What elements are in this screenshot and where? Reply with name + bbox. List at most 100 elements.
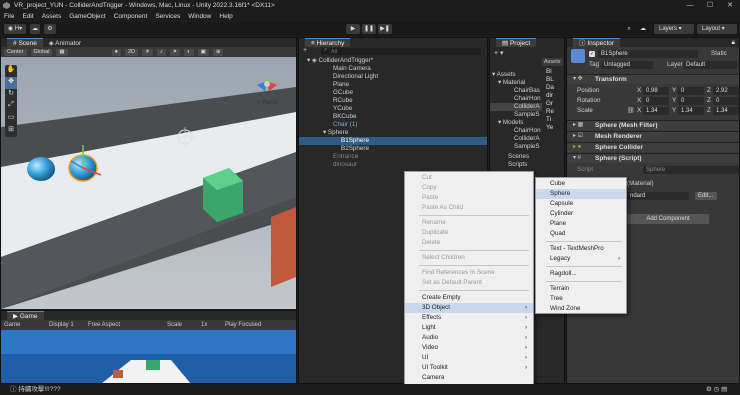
menu-component[interactable]: Component	[114, 11, 148, 22]
hand-tool-icon[interactable]: ✋	[5, 65, 17, 77]
active-checkbox[interactable]: ✓	[589, 51, 595, 57]
context-menu-item[interactable]: Audio	[405, 333, 533, 343]
position-y[interactable]: 0	[678, 87, 704, 95]
cloud-sync-icon[interactable]: ☁	[637, 24, 649, 34]
hierarchy-item[interactable]: BKCube	[333, 113, 356, 121]
scale-y[interactable]: 1.34	[678, 107, 704, 115]
add-component-button[interactable]: Add Component	[627, 214, 709, 224]
project-file[interactable]: Bl	[546, 68, 552, 76]
tab-game[interactable]: ▶ Game	[7, 311, 44, 320]
project-tree-item[interactable]: ▾ Models	[498, 119, 523, 127]
project-file[interactable]: Ti	[546, 116, 551, 124]
play-focused-dropdown[interactable]: Play Focused	[225, 320, 261, 330]
menu-assets[interactable]: Assets	[42, 11, 62, 22]
rotate-tool-icon[interactable]: ↻	[5, 89, 17, 101]
menu-edit[interactable]: Edit	[22, 11, 33, 22]
global-dropdown[interactable]: Global	[30, 48, 53, 56]
center-dropdown[interactable]: Center	[4, 48, 27, 56]
material-header[interactable]: (Material)	[627, 180, 654, 188]
scale-z[interactable]: 1.34	[713, 107, 739, 115]
scene-viewport[interactable]: < Persp ✋ ✥ ↻ ⤢ ▭ ⊞	[1, 57, 296, 309]
project-tree-item[interactable]: ChairBas	[514, 87, 540, 95]
menu-window[interactable]: Window	[188, 11, 211, 22]
aspect-dropdown[interactable]: Free Aspect	[88, 320, 120, 330]
project-tree-item[interactable]: ColliderA	[514, 135, 540, 143]
mesh-renderer-header[interactable]: Mesh Renderer	[567, 131, 739, 141]
project-tree-item[interactable]: ▾ Material	[498, 79, 525, 87]
close-icon[interactable]: ✕	[720, 0, 740, 11]
status-icons[interactable]: ⚙ ◷ ▤	[706, 384, 727, 395]
pause-button[interactable]: ❚❚	[362, 24, 376, 34]
project-file[interactable]: Re	[546, 108, 554, 116]
project-assets-breadcrumb[interactable]: Assets	[542, 58, 563, 66]
position-z[interactable]: 2.92	[713, 87, 739, 95]
persp-label[interactable]: < Persp	[257, 100, 279, 106]
scale-x[interactable]: 1.34	[643, 107, 669, 115]
shading-icon[interactable]: ●	[111, 48, 121, 56]
layers-dropdown[interactable]: Layers ▾	[654, 24, 694, 34]
tag-dropdown[interactable]: Untagged	[601, 61, 653, 69]
submenu-item[interactable]: Cube	[536, 179, 626, 189]
maximize-icon[interactable]: ☐	[700, 0, 720, 11]
account-button[interactable]: ◉ H▾	[4, 24, 26, 34]
project-tree-item[interactable]: ColliderA	[490, 103, 542, 111]
submenu-item[interactable]: Text - TextMeshPro	[536, 244, 626, 254]
object-name-field[interactable]: B1Sphere	[598, 50, 698, 58]
rotation-z[interactable]: 0	[713, 97, 739, 105]
tab-hierarchy[interactable]: ≡ Hierarchy	[305, 38, 351, 47]
submenu-item[interactable]: Sphere	[536, 189, 626, 199]
hierarchy-item[interactable]: YCube	[333, 105, 352, 113]
submenu-item[interactable]: Tree	[536, 294, 626, 304]
rcube-object[interactable]	[271, 207, 296, 287]
submenu-item[interactable]: Ragdoll...	[536, 269, 626, 279]
submenu-item[interactable]: Plane	[536, 219, 626, 229]
gizmos-icon[interactable]: ⊕	[212, 48, 224, 56]
project-tree-item[interactable]: Scripts	[508, 161, 527, 169]
scale-tool-icon[interactable]: ⤢	[5, 101, 17, 113]
context-menu-item[interactable]: 3D Object	[405, 303, 533, 313]
project-tree-item[interactable]: ChairHon	[514, 127, 541, 135]
rotation-x[interactable]: 0	[643, 97, 669, 105]
context-menu-item[interactable]: Video	[405, 343, 533, 353]
submenu-item[interactable]: Terrain	[536, 284, 626, 294]
project-add-button[interactable]: + ▾	[494, 50, 504, 58]
camera-icon[interactable]: ▣	[197, 48, 209, 56]
menu-file[interactable]: File	[4, 11, 14, 22]
project-file[interactable]: Da	[546, 84, 554, 92]
scene-root-row[interactable]: ▾ ◈ ColliderAndTrigger*	[307, 57, 373, 65]
hierarchy-item[interactable]: Chair (1)	[333, 121, 358, 129]
project-tree-item[interactable]: Scenes	[508, 153, 529, 161]
project-file[interactable]: dir	[546, 92, 553, 100]
collab-icon[interactable]: ⚙	[44, 24, 56, 34]
context-menu-item[interactable]: UI	[405, 353, 533, 363]
context-menu-item[interactable]: UI Toolkit	[405, 363, 533, 373]
hierarchy-item[interactable]: Directional Light	[333, 73, 378, 81]
hierarchy-search-input[interactable]	[321, 48, 481, 55]
fx-icon[interactable]: ✦	[169, 48, 181, 56]
layout-dropdown[interactable]: Layout ▾	[697, 24, 737, 34]
hierarchy-item[interactable]: GCube	[333, 89, 353, 97]
audio-icon[interactable]: ♪	[156, 48, 166, 56]
context-menu-item[interactable]: Create Empty	[405, 293, 533, 303]
status-message[interactable]: 持續攻擊!!!???	[18, 386, 60, 393]
display-dropdown[interactable]: Display 1	[49, 320, 74, 330]
project-tree-item[interactable]: SampleS	[514, 111, 540, 119]
hierarchy-item[interactable]: Plane	[333, 81, 349, 89]
lighting-icon[interactable]: ☀	[141, 48, 153, 56]
layer-dropdown[interactable]: Default	[683, 61, 737, 69]
search-icon[interactable]: ⌕	[624, 24, 634, 34]
transform-tool-icon[interactable]: ⊞	[5, 125, 17, 137]
hierarchy-item-selected[interactable]: B1Sphere	[299, 137, 487, 145]
submenu-item[interactable]: Cylinder	[536, 209, 626, 219]
menu-services[interactable]: Services	[155, 11, 180, 22]
tab-inspector[interactable]: ⓘ Inspector	[573, 38, 621, 47]
hierarchy-item[interactable]: B2Sphere	[341, 145, 369, 153]
mode-2d-button[interactable]: 2D	[124, 48, 138, 56]
sphere-script-header[interactable]: Sphere (Script)	[567, 153, 739, 163]
sphere-collider-header[interactable]: Sphere Collider	[567, 142, 739, 152]
play-button[interactable]: ▶	[346, 24, 360, 34]
lock-icon[interactable]: 🔒︎	[732, 38, 735, 47]
rect-tool-icon[interactable]: ▭	[5, 113, 17, 125]
rotation-y[interactable]: 0	[678, 97, 704, 105]
scale-value[interactable]: 1x	[201, 320, 207, 330]
